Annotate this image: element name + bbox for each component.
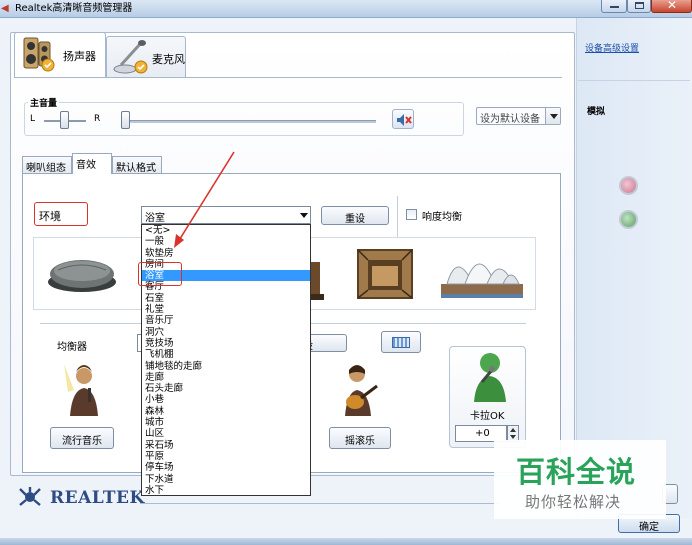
loudness-equalization-label: 响度均衡 [422, 212, 462, 223]
maximize-button[interactable] [627, 0, 651, 13]
close-button[interactable]: ✕ [651, 0, 692, 13]
pink-jack-icon[interactable] [619, 176, 638, 195]
close-icon: ✕ [667, 0, 678, 12]
tab-default-format[interactable]: 默认格式 [112, 156, 162, 174]
environment-option[interactable]: 下水道 [142, 474, 310, 485]
analog-label: 模拟 [587, 107, 606, 117]
environment-option[interactable]: 城市 [142, 417, 310, 428]
maximize-icon [635, 2, 644, 9]
pop-singer-icon [64, 364, 98, 416]
environment-label: 环境 [34, 202, 88, 226]
equalizer-label: 均衡器 [57, 342, 87, 353]
footer-divider [140, 503, 500, 504]
speaker-icon [23, 37, 55, 72]
environment-option[interactable]: 飞机棚 [142, 349, 310, 360]
volume-slider-thumb[interactable] [121, 111, 130, 129]
environment-option[interactable]: 水下 [142, 485, 310, 496]
speaker-app-icon: ◀ [1, 3, 9, 14]
mute-button[interactable] [392, 109, 414, 129]
pop-music-preset-button[interactable]: 流行音乐 [50, 427, 114, 449]
advanced-device-settings-link[interactable]: 设备高级设置 [585, 41, 639, 54]
equalizer-icon [392, 337, 410, 348]
karaoke-label: 卡拉OK [470, 411, 505, 422]
microphone-device-tab[interactable]: 麦克风 [106, 36, 186, 78]
microphone-tab-label: 麦克风 [152, 53, 185, 66]
vertical-divider [397, 196, 398, 238]
volume-slider-track[interactable] [124, 120, 376, 123]
annotation-arrow [174, 151, 235, 248]
speaker-device-tab[interactable]: 扬声器 [14, 32, 106, 78]
environment-option[interactable]: 石头走廊 [142, 383, 310, 394]
speaker-tab-label: 扬声器 [63, 50, 96, 63]
karaoke-singer-icon [474, 353, 506, 402]
tab-sound-effects-label: 音效 [76, 160, 96, 171]
microphone-icon [113, 40, 148, 74]
window-title: Realtek高清晰音频管理器 [15, 3, 133, 14]
set-default-device-label: 设为默认设备 [480, 114, 540, 125]
chevron-down-icon [545, 108, 560, 124]
watermark-subtitle: 助你轻松解决 [525, 493, 622, 511]
environment-option[interactable]: 竞技场 [142, 338, 310, 349]
environment-option[interactable]: 森林 [142, 406, 310, 417]
environment-reset-button[interactable]: 重设 [321, 206, 389, 225]
balance-right-label: R [94, 114, 101, 124]
environment-option[interactable]: 山区 [142, 428, 310, 439]
graphic-equalizer-button[interactable] [381, 331, 421, 353]
watermark: 百科全说 助你轻松解决 [494, 440, 666, 519]
environment-option[interactable]: 平原 [142, 451, 310, 462]
stone-room-thumbnail[interactable] [44, 240, 122, 306]
environment-option[interactable]: 音乐厅 [142, 315, 310, 326]
balance-left-label: L [30, 114, 36, 124]
sidebar-divider [578, 80, 690, 81]
environment-option[interactable]: 走廊 [142, 372, 310, 383]
realtek-brand: REALTEK [50, 488, 145, 508]
tab-sound-effects[interactable]: 音效 [72, 153, 112, 174]
minimize-icon [610, 6, 619, 8]
realtek-crab-logo [19, 487, 41, 506]
device-tab-baseline [14, 77, 562, 78]
watermark-title: 百科全说 [516, 455, 637, 489]
tab-speaker-config[interactable]: 喇叭组态 [22, 156, 72, 174]
muted-speaker-icon [397, 114, 412, 126]
environment-selected-value: 浴室 [145, 213, 165, 224]
minimize-button[interactable] [601, 0, 627, 13]
rock-music-preset-button[interactable]: 摇滚乐 [329, 427, 391, 449]
concert-hall-thumbnail[interactable] [437, 240, 527, 306]
environment-option[interactable]: 洞穴 [142, 327, 310, 338]
environment-option[interactable]: 小巷 [142, 394, 310, 405]
master-volume-title: 主音量 [28, 96, 60, 109]
auditorium-thumbnail[interactable] [352, 240, 418, 306]
rock-guitarist-icon [345, 365, 378, 416]
environment-option[interactable]: 石室 [142, 293, 310, 304]
environment-option[interactable]: 停车场 [142, 462, 310, 473]
title-bar: ◀ Realtek高清晰音频管理器 ✕ [0, 0, 692, 18]
set-default-device-dropdown[interactable]: 设为默认设备 [476, 107, 561, 125]
environment-option[interactable]: 礼堂 [142, 304, 310, 315]
chevron-down-icon [300, 213, 308, 218]
annotation-highlight-box [138, 262, 182, 286]
window-bottom-border [0, 538, 692, 545]
environment-option[interactable]: 采石场 [142, 440, 310, 451]
green-jack-icon[interactable] [619, 210, 638, 229]
balance-slider-thumb[interactable] [60, 111, 69, 129]
environment-option[interactable]: 铺地毯的走廊 [142, 361, 310, 372]
loudness-equalization-checkbox[interactable] [406, 209, 417, 220]
